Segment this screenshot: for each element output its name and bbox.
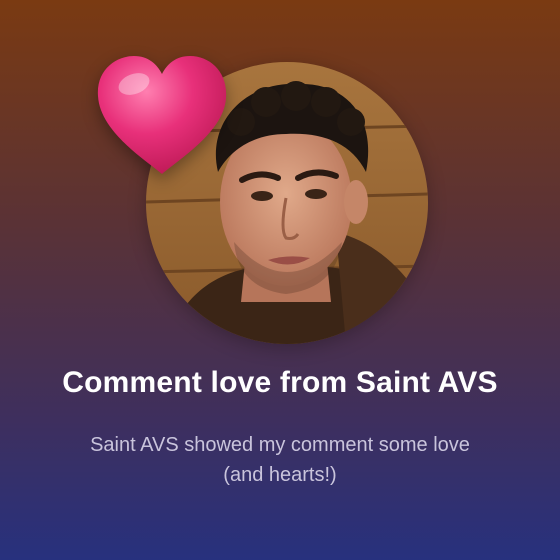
notification-title: Comment love from Saint AVS xyxy=(62,366,498,399)
heart-icon xyxy=(94,52,230,180)
notification-body: Saint AVS showed my comment some love (a… xyxy=(90,434,470,486)
notification-card[interactable]: Comment love from Saint AVS Saint AVS sh… xyxy=(0,0,560,560)
